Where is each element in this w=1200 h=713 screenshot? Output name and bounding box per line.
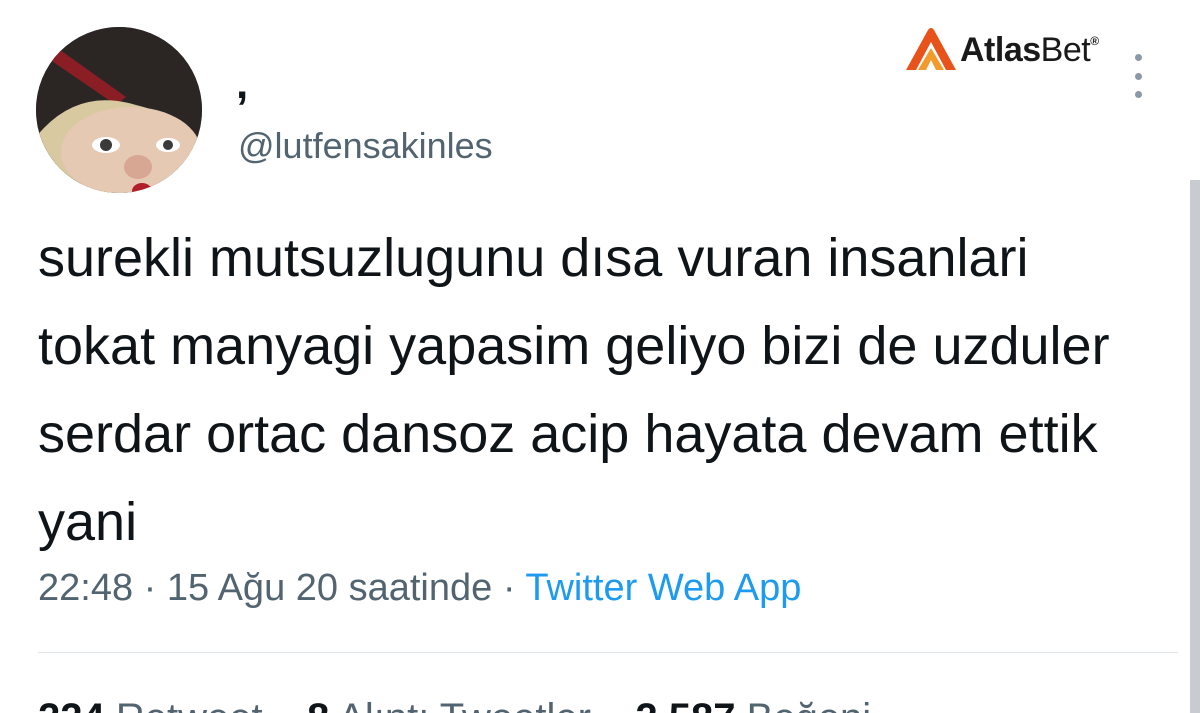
tweet-stats: 224 Retweet 8 Alıntı Tweetler 2.587 Beğe… [38,694,871,713]
divider [38,652,1178,653]
likes-stat[interactable]: 2.587 Beğeni [635,696,871,713]
watermark-brand-bold: Atlas [960,31,1041,69]
tweet-text: surekli mutsuzlugunu dısa vuran insanlar… [38,228,1110,552]
more-vertical-icon [1134,54,1142,61]
display-name[interactable]: , [236,62,248,106]
tweet-meta: 22:48 · 15 Ağu 20 saatinde · Twitter Web… [38,566,801,612]
tweet-page: , @lutfensakinles AtlasBet® surekli muts… [0,0,1200,713]
retweets-stat[interactable]: 224 Retweet [38,696,263,713]
scrollbar[interactable] [1190,180,1200,713]
retweets-label: Retweet [116,696,263,713]
watermark-registered: ® [1090,34,1099,48]
meta-separator: · [492,567,526,609]
quotes-count: 8 [307,696,329,713]
watermark-logo: AtlasBet® [902,26,1099,74]
tweet-source[interactable]: Twitter Web App [525,567,801,609]
retweets-count: 224 [38,696,105,713]
quotes-label: Alıntı Tweetler [338,696,591,713]
avatar[interactable] [36,27,202,193]
more-options-button[interactable] [1128,54,1148,98]
likes-count: 2.587 [635,696,735,713]
quotes-stat[interactable]: 8 Alıntı Tweetler [307,696,591,713]
tweet-timestamp[interactable]: 22:48 · 15 Ağu 20 saatinde [38,567,492,609]
watermark-brand-light: Bet [1040,31,1091,69]
user-handle[interactable]: @lutfensakinles [238,124,493,167]
atlasbet-logo-icon [906,28,956,70]
likes-label: Beğeni [747,696,872,713]
